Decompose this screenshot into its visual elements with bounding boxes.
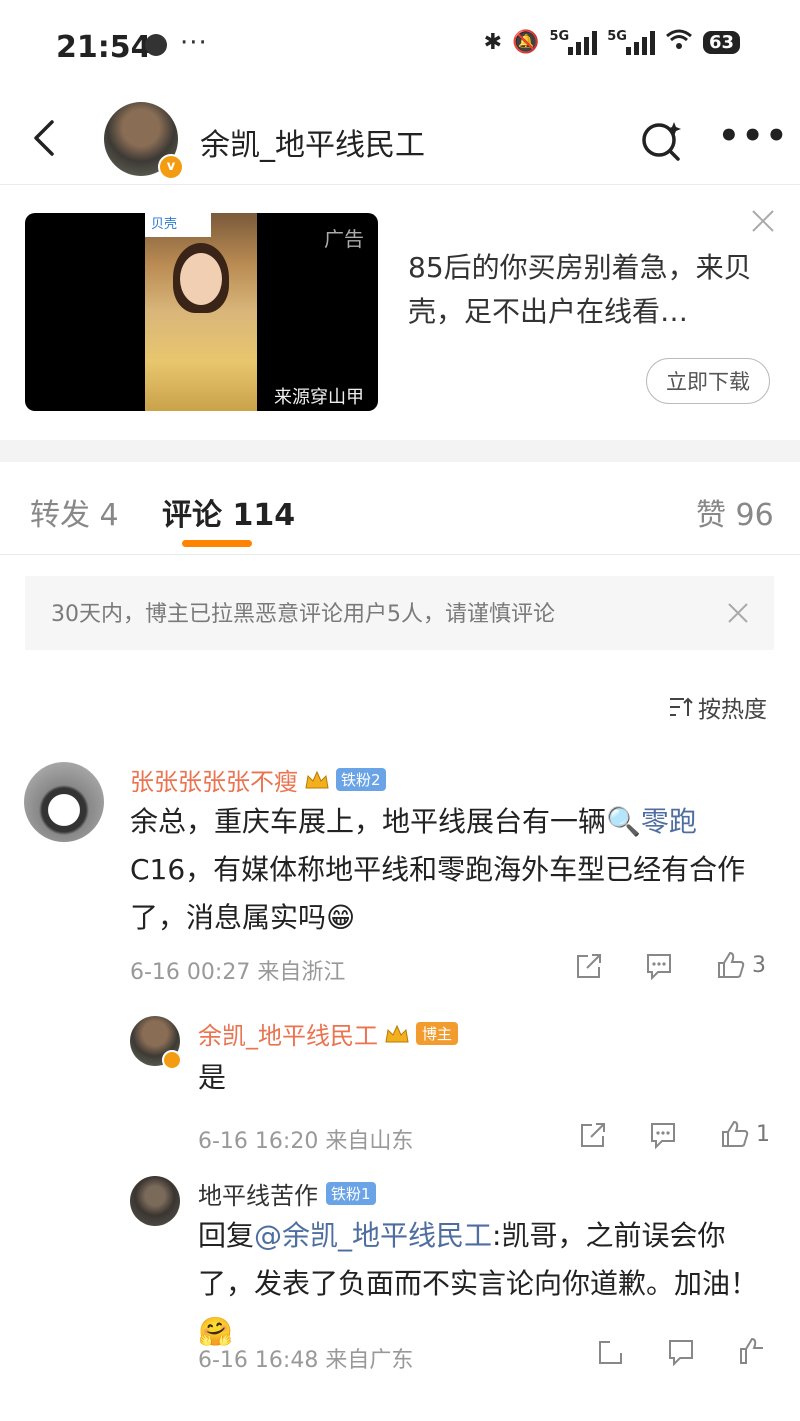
search-link-icon: 🔍 [606, 805, 641, 838]
battery-icon: 63 [702, 30, 740, 54]
like-button[interactable]: 3 [716, 950, 766, 980]
sort-toggle[interactable]: 按热度 [668, 690, 767, 724]
comment-time: 6-16 00:27 [130, 960, 251, 985]
wifi-icon [665, 28, 693, 56]
ad-close-button[interactable] [750, 208, 776, 234]
notice-banner: 30天内，博主已拉黑恶意评论用户5人，请谨慎评论 [25, 576, 774, 650]
reply-avatar[interactable] [130, 1176, 180, 1226]
reply-time: 6-16 16:20 [198, 1129, 319, 1154]
comment-location: 来自浙江 [257, 960, 346, 985]
status-time: 21:54 [56, 30, 152, 65]
reply-meta: 6-16 16:48 来自广东 [198, 1342, 413, 1374]
tab-comments[interactable]: 评论 114 [162, 490, 295, 534]
commenter-avatar[interactable] [24, 762, 104, 842]
share-button[interactable] [596, 1338, 626, 1366]
search-icon [642, 122, 681, 161]
status-icons: ✱ 🔕 5G 5G 63 [484, 28, 740, 56]
share-icon [581, 1123, 605, 1147]
verified-badge: v [158, 154, 184, 180]
header-divider [0, 184, 800, 185]
thumbs-up-icon [718, 951, 745, 978]
network-type-1: 5G [549, 29, 570, 44]
comment-username[interactable]: 张张张张张不瘦 [130, 762, 298, 797]
active-tab-indicator [182, 540, 252, 547]
comment-text: 余总，重庆车展上，地平线展台有一辆🔍零跑 C16，有媒体称地平线和零跑海外车型已经… [130, 798, 770, 942]
reply-text: 回复@余凯_地平线民工:凯哥，之前误会你了，发表了负面而不实言论向你道歉。加油！… [198, 1212, 778, 1356]
crown-icon [304, 770, 330, 790]
reply-meta: 6-16 16:20 来自山东 [198, 1123, 413, 1155]
close-icon [728, 603, 748, 623]
reply-username[interactable]: 地平线苦作 [198, 1176, 318, 1211]
share-icon [599, 1341, 622, 1364]
section-separator [0, 440, 800, 462]
reply-location: 来自广东 [325, 1348, 414, 1373]
reply-time: 6-16 16:48 [198, 1348, 319, 1373]
status-more-dots: ··· [180, 28, 208, 58]
ad-download-button[interactable]: 立即下载 [646, 358, 770, 404]
signal-icon-2: 5G [607, 29, 655, 55]
chevron-left-icon [34, 120, 54, 156]
comment-icon [647, 954, 671, 980]
reply-prefix: 回复 [198, 1219, 255, 1252]
mention-link[interactable]: @余凯_地平线民工 [254, 1219, 492, 1252]
reply-username[interactable]: 余凯_地平线民工 [198, 1016, 378, 1051]
reply-header: 余凯_地平线民工 博主 [198, 1016, 459, 1051]
share-icon [577, 954, 601, 978]
reply-button[interactable] [648, 1121, 678, 1149]
like-count: 1 [756, 1121, 770, 1147]
reply-button[interactable] [666, 1338, 696, 1366]
bluetooth-icon: ✱ [483, 29, 503, 55]
search-link-term: 零跑 [640, 805, 697, 838]
close-icon [752, 210, 774, 232]
back-button[interactable] [26, 118, 66, 158]
ad-photo: 贝壳 [145, 213, 257, 411]
ad-source: 来源穿山甲 [274, 387, 364, 408]
verified-badge-small [162, 1050, 182, 1070]
search-link[interactable]: 🔍零跑 [606, 805, 697, 838]
fan-badge: 铁粉1 [326, 1182, 376, 1205]
fan-badge: 铁粉2 [336, 768, 386, 791]
network-type-2: 5G [607, 29, 627, 44]
sort-label: 按热度 [698, 697, 767, 723]
ad-tag: 广告 [324, 227, 364, 251]
like-button[interactable]: 1 [720, 1119, 770, 1149]
comment-meta: 6-16 00:27 来自浙江 [130, 954, 345, 986]
like-button[interactable] [738, 1336, 768, 1366]
reply-text: 是 [198, 1061, 227, 1094]
sort-icon [670, 697, 693, 716]
notice-close-button[interactable] [725, 600, 751, 626]
search-button[interactable] [640, 118, 684, 162]
comment-icon [669, 1340, 693, 1366]
ad-model-face [180, 253, 222, 305]
ad-title[interactable]: 85后的你买房别着急，来贝壳，足不出户在线看… [408, 246, 768, 334]
comment-header: 张张张张张不瘦 铁粉2 [130, 762, 386, 797]
tab-reposts[interactable]: 转发 4 [30, 490, 119, 534]
host-badge: 博主 [416, 1022, 459, 1045]
mute-bell-icon: 🔕 [512, 29, 540, 55]
tabs-divider [0, 554, 800, 555]
like-count: 3 [752, 952, 766, 978]
signal-icon-1: 5G [550, 29, 598, 55]
share-button[interactable] [578, 1121, 608, 1149]
reply-location: 来自山东 [325, 1129, 414, 1154]
reply-button[interactable] [644, 952, 674, 980]
thumbs-up-icon [722, 1120, 749, 1147]
page-title[interactable]: 余凯_地平线民工 [200, 120, 425, 164]
tab-likes[interactable]: 赞 96 [696, 490, 774, 534]
share-button[interactable] [574, 952, 604, 980]
status-bar: 21:54 ··· ✱ 🔕 5G 5G 63 [0, 0, 800, 95]
comment-icon [651, 1123, 675, 1149]
reply-header: 地平线苦作 铁粉1 [198, 1176, 376, 1211]
notice-text: 30天内，博主已拉黑恶意评论用户5人，请谨慎评论 [51, 602, 555, 627]
ad-brand-logo: 贝壳 [145, 213, 211, 237]
comment-text-part: C16，有媒体称地平线和零跑海外车型已经有合作了，消息属实吗😁 [130, 853, 746, 934]
crown-icon [384, 1024, 410, 1044]
ad-video[interactable]: 贝壳 广告 来源穿山甲 [25, 213, 378, 411]
comment-text-part: 余总，重庆车展上，地平线展台有一辆 [130, 805, 607, 838]
thumbs-up-icon [740, 1337, 763, 1364]
dnd-icon [145, 34, 167, 56]
more-button[interactable]: ••• [718, 116, 789, 156]
